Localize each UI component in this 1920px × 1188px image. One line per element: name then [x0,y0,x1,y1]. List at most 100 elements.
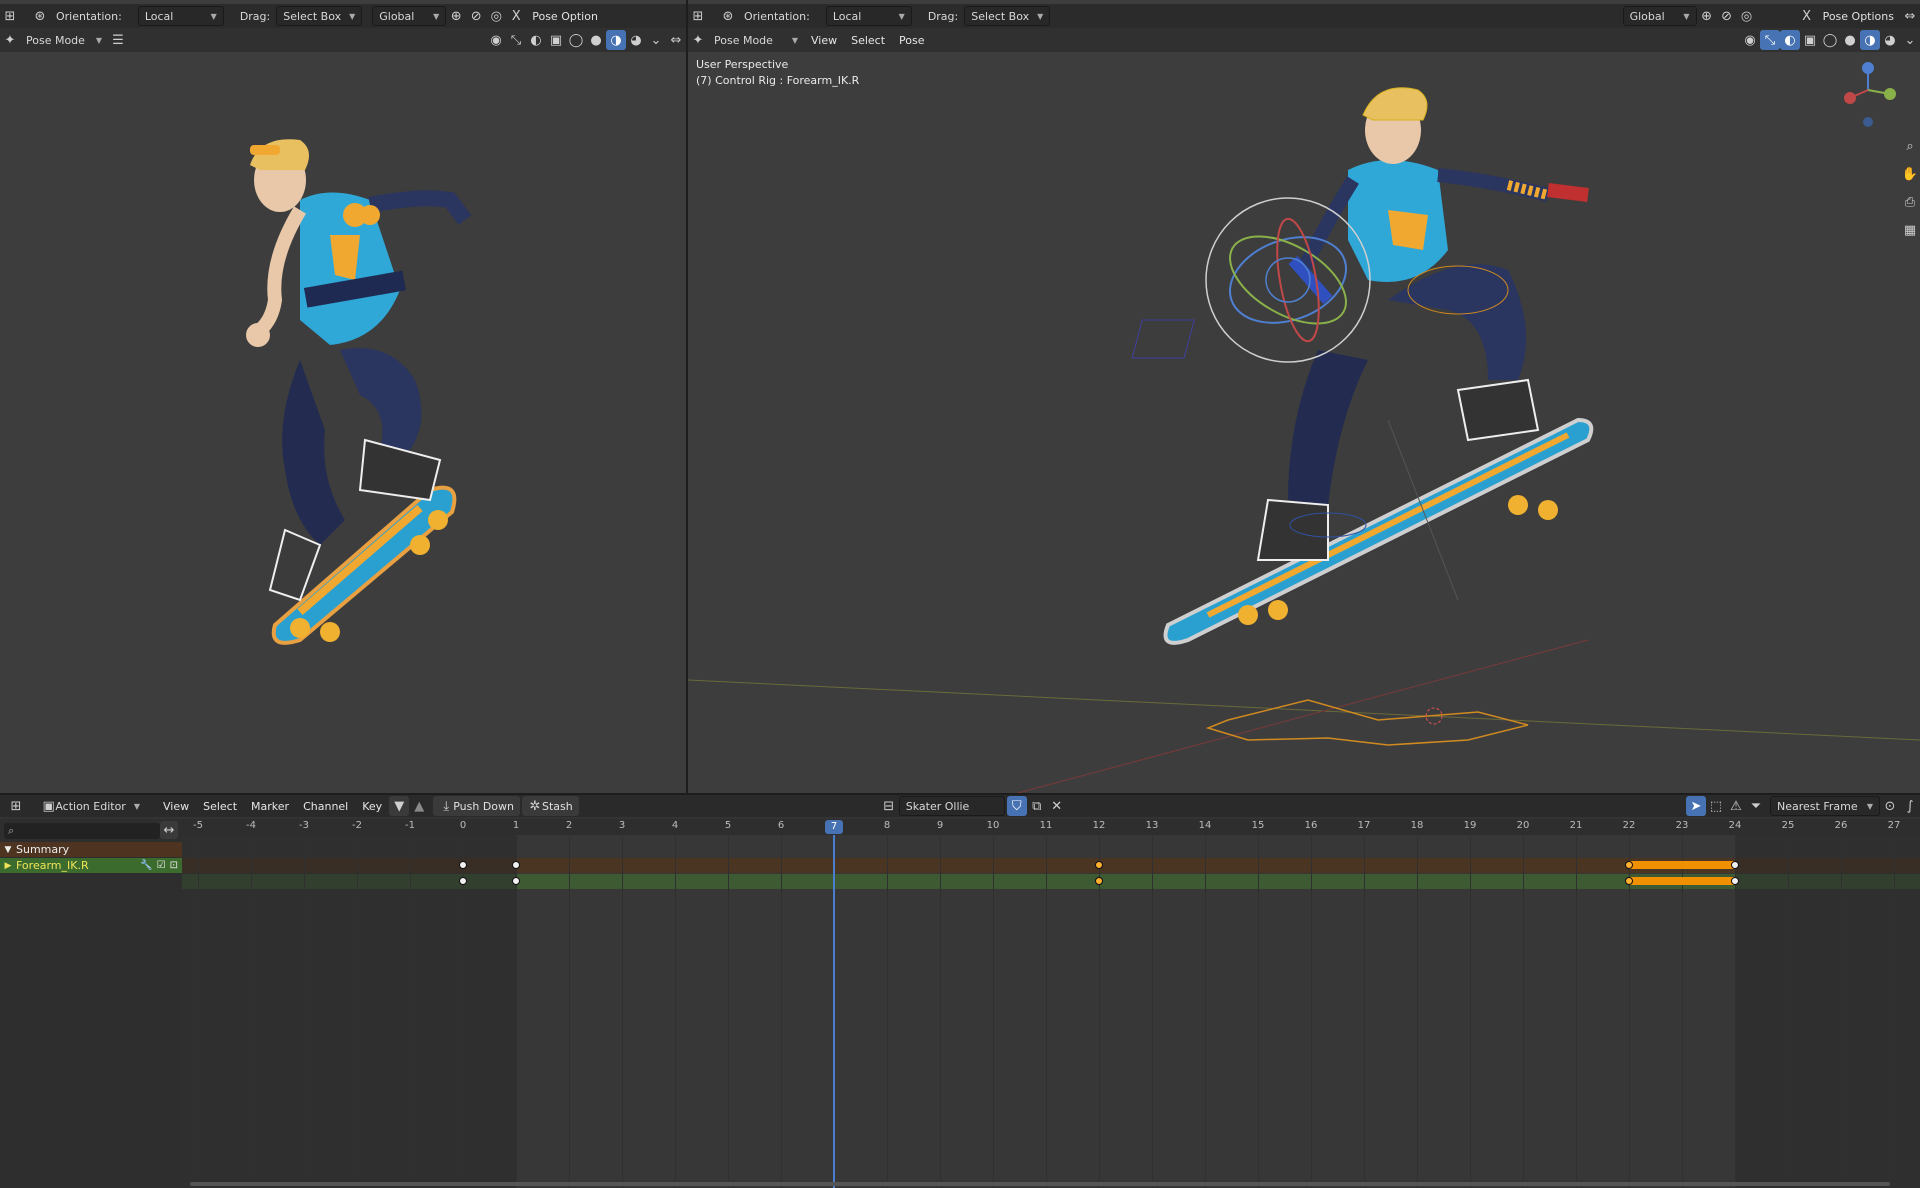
proportional-edit-icon[interactable]: ⊙ [1880,796,1900,816]
pose-options-button[interactable]: Pose Option [526,6,604,26]
mirror-x-icon[interactable]: X [506,6,526,26]
right-3d-viewport[interactable]: ⊞ ⊛ Orientation: Local ▼ Drag: Select Box… [688,0,1920,793]
up-arrow-icon[interactable]: ▲ [409,796,429,816]
gizmo-icon[interactable]: ⤡ [506,30,526,50]
snapping-dropdown[interactable]: Nearest Frame ▼ [1770,796,1880,816]
pivot-icon[interactable]: ⊕ [446,6,466,26]
material-shading-icon[interactable]: ◑ [606,30,626,50]
channel-label-bone: Forearm_IK.R [16,859,89,872]
transform-space-dropdown[interactable]: Global ▼ [372,6,447,26]
channel-summary[interactable]: ▼ Summary [0,842,182,857]
transform-orientation-icon[interactable]: ⊛ [718,6,738,26]
rendered-shading-icon[interactable]: ◕ [1880,30,1900,50]
duplicate-action-icon[interactable]: ⧉ [1027,796,1047,816]
hidden-channels-icon[interactable]: ⬚ [1706,796,1726,816]
proportional-icon[interactable]: ◎ [1737,6,1757,26]
wireframe-shading-icon[interactable]: ◯ [566,30,586,50]
lock-icon[interactable]: ⊡ [170,860,178,871]
swap-arrows-icon[interactable]: ↔ [160,821,178,839]
mode-dropdown[interactable]: Pose Mode ▼ [708,30,804,50]
frame-ruler[interactable]: -5-4-3-2-1012345678910111213141516171819… [182,819,1920,835]
shading-dropdown-icon[interactable]: ⌄ [1900,30,1920,50]
menu-select[interactable]: Select [844,34,892,47]
only-selected-icon[interactable]: ➤ [1686,796,1706,816]
keyframe[interactable] [512,877,520,885]
snap-icon[interactable]: ⊘ [1717,6,1737,26]
editor-mode-dropdown[interactable]: ▣ Action Editor ▼ [36,796,146,816]
keyframe[interactable] [459,861,467,869]
material-shading-icon[interactable]: ◑ [1860,30,1880,50]
visibility-icon[interactable]: ◉ [486,30,506,50]
expand-arrows-icon[interactable]: ⇔ [666,30,686,50]
keyframe[interactable] [1095,861,1103,869]
collapse-arrow-icon[interactable]: ▶ [0,861,16,871]
fake-user-shield-icon[interactable]: ⛉ [1006,796,1027,816]
hold-bar[interactable] [1629,877,1735,885]
keyframe[interactable] [459,877,467,885]
gizmo-icon[interactable]: ⤡ [1760,30,1780,50]
channel-search-input[interactable]: ⌕ [4,823,160,839]
overlay-icon[interactable]: ◐ [1780,30,1800,50]
menu-select[interactable]: Select [196,800,244,813]
horizontal-scrollbar[interactable] [190,1182,1890,1186]
transform-orientation-icon[interactable]: ⊛ [30,6,50,26]
menu-view[interactable]: View [804,34,844,47]
shading-dropdown-icon[interactable]: ⌄ [646,30,666,50]
transform-space-dropdown[interactable]: Global ▼ [1622,6,1697,26]
action-browse-icon[interactable]: ⊟ [879,796,899,816]
mirror-x-icon[interactable]: X [1797,6,1817,26]
wireframe-shading-icon[interactable]: ◯ [1820,30,1840,50]
visibility-icon[interactable]: ◉ [1740,30,1760,50]
frame-tick-label: 27 [1887,820,1901,831]
snap-icon[interactable]: ⊘ [466,6,486,26]
push-down-button[interactable]: ⤓ Push Down [433,796,520,816]
pose-options-button[interactable]: Pose Options [1817,6,1900,26]
unlink-action-icon[interactable]: ✕ [1047,796,1067,816]
keyframe[interactable] [512,861,520,869]
curve-icon[interactable]: ∫ [1900,796,1920,816]
playhead-line[interactable] [833,835,835,1188]
keyframe[interactable] [1095,877,1103,885]
orientation-dropdown[interactable]: Local ▼ [137,6,224,26]
keyframe[interactable] [1625,861,1633,869]
action-editor[interactable]: ⊞ ▣ Action Editor ▼ View Select Marker Cha… [0,795,1920,1188]
keyframe[interactable] [1731,861,1739,869]
filter-icon[interactable]: ⏷ [1746,796,1766,816]
overlay-icon[interactable]: ◐ [526,30,546,50]
keyframe[interactable] [1625,877,1633,885]
menu-view[interactable]: View [156,800,196,813]
hold-bar[interactable] [1629,861,1735,869]
keyframe[interactable] [1731,877,1739,885]
expand-arrow-icon[interactable]: ▼ [0,845,16,855]
keyframe-filter-icon[interactable]: ▼ [389,796,410,816]
xray-icon[interactable]: ▣ [1800,30,1820,50]
wrench-icon[interactable]: 🔧 [140,860,152,871]
action-name-field[interactable]: Skater Ollie [898,796,1005,816]
menu-marker[interactable]: Marker [244,800,296,813]
orientation-dropdown[interactable]: Local ▼ [825,6,912,26]
solid-shading-icon[interactable]: ● [1840,30,1860,50]
mode-dropdown[interactable]: Pose Mode ▼ [20,30,108,50]
editor-type-icon[interactable]: ⊞ [688,6,708,26]
channel-forearm-ik-r[interactable]: ▶ Forearm_IK.R 🔧 ☑ ⊡ [0,858,182,873]
editor-type-icon[interactable]: ⊞ [6,796,26,816]
menu-key[interactable]: Key [355,800,389,813]
hamburger-menu-icon[interactable]: ☰ [108,30,128,50]
checkbox-icon[interactable]: ☑ [157,860,166,871]
pivot-icon[interactable]: ⊕ [1697,6,1717,26]
drag-dropdown[interactable]: Select Box ▼ [276,6,363,26]
proportional-icon[interactable]: ◎ [486,6,506,26]
left-3d-viewport[interactable]: ⊞ ⊛ Orientation: Local ▼ Drag: Select Box… [0,0,686,793]
dopesheet-area[interactable] [182,835,1920,1188]
xray-icon[interactable]: ▣ [546,30,566,50]
solid-shading-icon[interactable]: ● [586,30,606,50]
errors-filter-icon[interactable]: ⚠ [1726,796,1746,816]
drag-dropdown[interactable]: Select Box ▼ [964,6,1051,26]
menu-channel[interactable]: Channel [296,800,355,813]
menu-pose[interactable]: Pose [892,34,931,47]
stash-button[interactable]: ✲ Stash [521,796,579,816]
rendered-shading-icon[interactable]: ◕ [626,30,646,50]
expand-arrows-icon[interactable]: ⇔ [1900,6,1920,26]
editor-type-icon[interactable]: ⊞ [0,6,20,26]
current-frame-badge[interactable]: 7 [825,820,843,834]
